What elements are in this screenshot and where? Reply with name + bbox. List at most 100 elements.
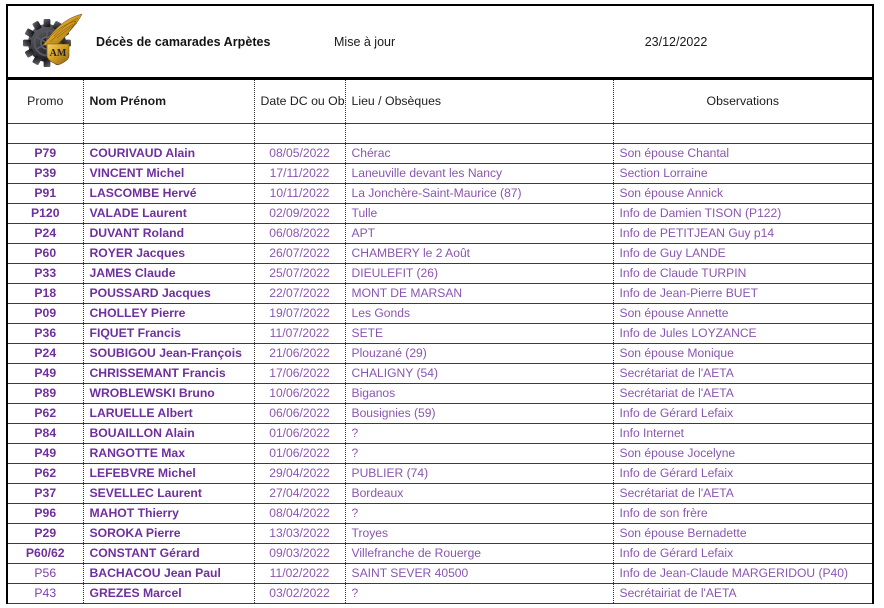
cell-observations: Son épouse Bernadette (613, 523, 872, 544)
cell-promo: P18 (8, 283, 84, 304)
cell-nom-prenom: SOUBIGOU Jean-François (83, 343, 255, 364)
cell-nom-prenom: ROYER Jacques (83, 243, 255, 264)
table-row: P89 WROBLEWSKI Bruno 10/06/2022 Biganos Secr… (8, 383, 872, 404)
cell-observations: Info de son frère (613, 503, 872, 524)
cell-observations: Info de Jean-Claude MARGERIDOU (P40) (613, 563, 872, 584)
cell-date: 06/06/2022 (254, 403, 346, 424)
document-header: AM Décès de camarades Arpètes Mise à jou… (8, 6, 872, 80)
cell-promo: P91 (8, 183, 84, 204)
cell-promo: P37 (8, 483, 84, 504)
cell-lieu: MONT DE MARSAN (345, 283, 614, 304)
cell-date: 10/06/2022 (254, 383, 346, 404)
cell-date: 08/05/2022 (254, 143, 346, 164)
cell-lieu: Bousignies (59) (345, 403, 614, 424)
table-row: P60 ROYER Jacques 26/07/2022 CHAMBERY le 2 … (8, 243, 872, 264)
cell-date: 21/06/2022 (254, 343, 346, 364)
update-label: Mise à jour (334, 34, 396, 49)
cell-date: 01/06/2022 (254, 423, 346, 444)
table-row: P39 VINCENT Michel 17/11/2022 Laneuville de… (8, 163, 872, 184)
svg-text:AM: AM (50, 48, 67, 59)
cell-date: 29/04/2022 (254, 463, 346, 484)
cell-lieu: Troyes (345, 523, 614, 544)
aeta-winged-cog-emblem-icon: AM (8, 7, 94, 77)
cell-observations: Secrétairiat de l'AETA (613, 583, 872, 604)
cell-promo: P49 (8, 363, 84, 384)
column-header-observations: Observations (613, 80, 872, 124)
cell-promo: P62 (8, 463, 84, 484)
table-row: P29 SOROKA Pierre 13/03/2022 Troyes Son épou… (8, 523, 872, 544)
cell-observations: Secrétariat de l'AETA (613, 363, 872, 384)
cell-observations: Info de Damien TISON (P122) (613, 203, 872, 224)
cell-date: 02/09/2022 (254, 203, 346, 224)
cell-date: 26/07/2022 (254, 243, 346, 264)
cell-nom-prenom: POUSSARD Jacques (83, 283, 255, 304)
cell-promo: P24 (8, 223, 84, 244)
cell-promo: P09 (8, 303, 84, 324)
cell-nom-prenom: COURIVAUD Alain (83, 143, 255, 164)
cell-lieu: CHALIGNY (54) (345, 363, 614, 384)
cell-observations: Son épouse Annette (613, 303, 872, 324)
cell-nom-prenom: RANGOTTE Max (83, 443, 255, 464)
cell-date: 06/08/2022 (254, 223, 346, 244)
cell-promo: P60 (8, 243, 84, 264)
cell-observations: Info de Jean-Pierre BUET (613, 283, 872, 304)
cell-promo: P33 (8, 263, 84, 284)
cell-nom-prenom: SEVELLEC Laurent (83, 483, 255, 504)
cell-lieu: SAINT SEVER 40500 (345, 563, 614, 584)
cell-nom-prenom: DUVANT Roland (83, 223, 255, 244)
cell-observations: Secrétariat de l'AETA (613, 483, 872, 504)
cell-observations: Info de Gérard Lefaix (613, 463, 872, 484)
cell-lieu: APT (345, 223, 614, 244)
cell-lieu: PUBLIER (74) (345, 463, 614, 484)
cell-date: 01/06/2022 (254, 443, 346, 464)
cell-nom-prenom: SOROKA Pierre (83, 523, 255, 544)
casualty-list-document: AM Décès de camarades Arpètes Mise à jou… (6, 4, 874, 604)
page-title: Décès de camarades Arpètes (96, 34, 271, 49)
cell-nom-prenom: VINCENT Michel (83, 163, 255, 184)
cell-promo: P84 (8, 423, 84, 444)
cell-observations: Info de Jules LOYZANCE (613, 323, 872, 344)
cell-promo: P79 (8, 143, 84, 164)
cell-date: 22/07/2022 (254, 283, 346, 304)
column-header-promo: Promo (8, 80, 84, 124)
cell-lieu: ? (345, 423, 614, 444)
cell-observations: Info de Claude TURPIN (613, 263, 872, 284)
table-row: P09 CHOLLEY Pierre 19/07/2022 Les Gonds Son … (8, 303, 872, 324)
cell-observations: Son épouse Annick (613, 183, 872, 204)
cell-observations: Section Lorraine (613, 163, 872, 184)
cell-nom-prenom: LASCOMBE Hervé (83, 183, 255, 204)
cell-lieu: Villefranche de Rouerge (345, 543, 614, 564)
cell-date: 10/11/2022 (254, 183, 346, 204)
document-page: AM Décès de camarades Arpètes Mise à jou… (0, 0, 884, 608)
table-header: Promo Nom Prénom Date DC ou Obsèques Lie… (8, 80, 872, 124)
table-row: P24 SOUBIGOU Jean-François 21/06/2022 Plouz… (8, 343, 872, 364)
update-date: 23/12/2022 (644, 34, 708, 49)
table-row: P24 DUVANT Roland 06/08/2022 APT Info de PET… (8, 223, 872, 244)
cell-lieu: Laneuville devant les Nancy (345, 163, 614, 184)
cell-lieu: DIEULEFIT (26) (345, 263, 614, 284)
cell-nom-prenom: VALADE Laurent (83, 203, 255, 224)
table-row: P33 JAMES Claude 25/07/2022 DIEULEFIT (26) I… (8, 263, 872, 284)
cell-nom-prenom: MAHOT Thierry (83, 503, 255, 524)
table-row: P49 CHRISSEMANT Francis 17/06/2022 CHALIGNY… (8, 363, 872, 384)
table-row: P18 POUSSARD Jacques 22/07/2022 MONT DE MAR… (8, 283, 872, 304)
cell-lieu: Les Gonds (345, 303, 614, 324)
cell-date: 09/03/2022 (254, 543, 346, 564)
table-row: P49 RANGOTTE Max 01/06/2022? Son épouse Joc… (8, 443, 872, 464)
cell-nom-prenom: CONSTANT Gérard (83, 543, 255, 564)
cell-nom-prenom: CHRISSEMANT Francis (83, 363, 255, 384)
table-row: P37 SEVELLEC Laurent 27/04/2022 Bordeaux Sec… (8, 483, 872, 504)
cell-date: 11/07/2022 (254, 323, 346, 344)
cell-promo: P36 (8, 323, 84, 344)
table-row: P60/62 CONSTANT Gérard 09/03/2022 Villefran… (8, 543, 872, 564)
cell-lieu: Chérac (345, 143, 614, 164)
table-row: P62 LARUELLE Albert 06/06/2022 Bousignies (… (8, 403, 872, 424)
cell-date: 17/06/2022 (254, 363, 346, 384)
cell-promo: P89 (8, 383, 84, 404)
cell-lieu: CHAMBERY le 2 Août (345, 243, 614, 264)
cell-lieu: SETE (345, 323, 614, 344)
cell-observations: Info Internet (613, 423, 872, 444)
cell-nom-prenom: WROBLEWSKI Bruno (83, 383, 255, 404)
cell-promo: P39 (8, 163, 84, 184)
cell-observations: Son épouse Chantal (613, 143, 872, 164)
